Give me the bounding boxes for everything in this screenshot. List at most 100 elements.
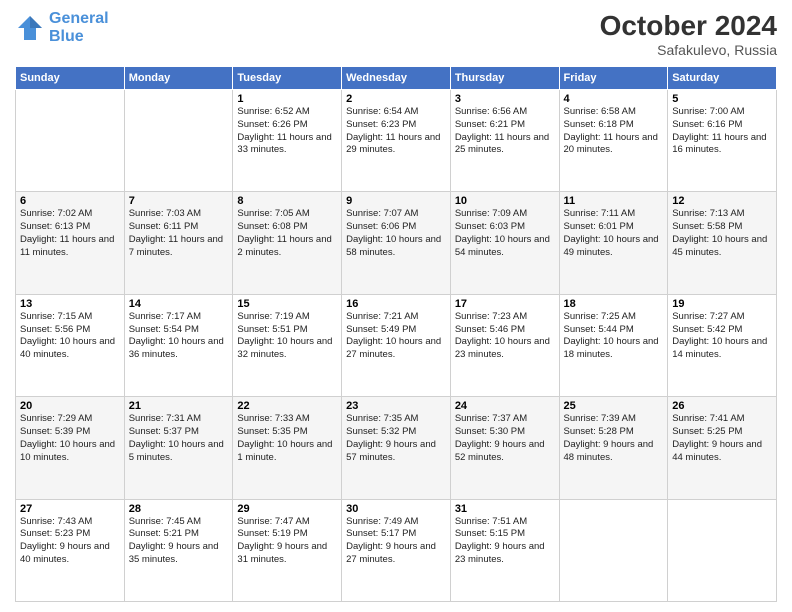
day-info: Sunrise: 7:13 AMSunset: 5:58 PMDaylight:… (672, 208, 772, 259)
day-info: Sunrise: 7:33 AMSunset: 5:35 PMDaylight:… (237, 413, 337, 464)
table-cell: 8Sunrise: 7:05 AMSunset: 6:08 PMDaylight… (233, 192, 342, 294)
day-info: Sunrise: 6:58 AMSunset: 6:18 PMDaylight:… (564, 106, 664, 157)
col-wednesday: Wednesday (342, 67, 451, 90)
day-info: Sunrise: 7:49 AMSunset: 5:17 PMDaylight:… (346, 516, 446, 567)
table-cell: 20Sunrise: 7:29 AMSunset: 5:39 PMDayligh… (16, 397, 125, 499)
day-info: Sunrise: 7:09 AMSunset: 6:03 PMDaylight:… (455, 208, 555, 259)
logo-general: General (49, 10, 109, 27)
calendar-week-row: 20Sunrise: 7:29 AMSunset: 5:39 PMDayligh… (16, 397, 777, 499)
table-cell: 17Sunrise: 7:23 AMSunset: 5:46 PMDayligh… (450, 294, 559, 396)
table-cell: 11Sunrise: 7:11 AMSunset: 6:01 PMDayligh… (559, 192, 668, 294)
day-info: Sunrise: 7:17 AMSunset: 5:54 PMDaylight:… (129, 311, 229, 362)
table-cell: 21Sunrise: 7:31 AMSunset: 5:37 PMDayligh… (124, 397, 233, 499)
table-cell: 13Sunrise: 7:15 AMSunset: 5:56 PMDayligh… (16, 294, 125, 396)
table-cell: 15Sunrise: 7:19 AMSunset: 5:51 PMDayligh… (233, 294, 342, 396)
table-cell (124, 90, 233, 192)
day-number: 14 (129, 298, 229, 310)
day-number: 26 (672, 400, 772, 412)
table-cell: 4Sunrise: 6:58 AMSunset: 6:18 PMDaylight… (559, 90, 668, 192)
col-monday: Monday (124, 67, 233, 90)
col-tuesday: Tuesday (233, 67, 342, 90)
table-cell: 14Sunrise: 7:17 AMSunset: 5:54 PMDayligh… (124, 294, 233, 396)
logo-text: General Blue (49, 10, 109, 45)
table-cell: 31Sunrise: 7:51 AMSunset: 5:15 PMDayligh… (450, 499, 559, 601)
day-number: 16 (346, 298, 446, 310)
table-cell (559, 499, 668, 601)
day-info: Sunrise: 7:19 AMSunset: 5:51 PMDaylight:… (237, 311, 337, 362)
day-info: Sunrise: 7:45 AMSunset: 5:21 PMDaylight:… (129, 516, 229, 567)
day-number: 30 (346, 503, 446, 515)
col-saturday: Saturday (668, 67, 777, 90)
day-info: Sunrise: 7:47 AMSunset: 5:19 PMDaylight:… (237, 516, 337, 567)
table-cell: 7Sunrise: 7:03 AMSunset: 6:11 PMDaylight… (124, 192, 233, 294)
logo: General Blue (15, 10, 109, 45)
day-info: Sunrise: 7:37 AMSunset: 5:30 PMDaylight:… (455, 413, 555, 464)
table-cell: 22Sunrise: 7:33 AMSunset: 5:35 PMDayligh… (233, 397, 342, 499)
table-cell: 6Sunrise: 7:02 AMSunset: 6:13 PMDaylight… (16, 192, 125, 294)
day-number: 24 (455, 400, 555, 412)
table-cell: 5Sunrise: 7:00 AMSunset: 6:16 PMDaylight… (668, 90, 777, 192)
day-info: Sunrise: 7:21 AMSunset: 5:49 PMDaylight:… (346, 311, 446, 362)
table-cell: 25Sunrise: 7:39 AMSunset: 5:28 PMDayligh… (559, 397, 668, 499)
day-number: 3 (455, 93, 555, 105)
day-number: 20 (20, 400, 120, 412)
day-info: Sunrise: 7:05 AMSunset: 6:08 PMDaylight:… (237, 208, 337, 259)
header: General Blue October 2024 Safakulevo, Ru… (15, 10, 777, 58)
weekday-header-row: Sunday Monday Tuesday Wednesday Thursday… (16, 67, 777, 90)
day-info: Sunrise: 6:54 AMSunset: 6:23 PMDaylight:… (346, 106, 446, 157)
day-number: 18 (564, 298, 664, 310)
col-friday: Friday (559, 67, 668, 90)
table-cell: 30Sunrise: 7:49 AMSunset: 5:17 PMDayligh… (342, 499, 451, 601)
day-number: 2 (346, 93, 446, 105)
day-info: Sunrise: 7:23 AMSunset: 5:46 PMDaylight:… (455, 311, 555, 362)
day-number: 11 (564, 195, 664, 207)
table-cell (668, 499, 777, 601)
logo-icon (15, 13, 45, 43)
table-cell: 29Sunrise: 7:47 AMSunset: 5:19 PMDayligh… (233, 499, 342, 601)
table-cell: 23Sunrise: 7:35 AMSunset: 5:32 PMDayligh… (342, 397, 451, 499)
calendar-week-row: 1Sunrise: 6:52 AMSunset: 6:26 PMDaylight… (16, 90, 777, 192)
month-title: October 2024 (600, 10, 777, 42)
day-number: 21 (129, 400, 229, 412)
day-info: Sunrise: 7:29 AMSunset: 5:39 PMDaylight:… (20, 413, 120, 464)
day-info: Sunrise: 7:15 AMSunset: 5:56 PMDaylight:… (20, 311, 120, 362)
day-number: 4 (564, 93, 664, 105)
calendar-week-row: 6Sunrise: 7:02 AMSunset: 6:13 PMDaylight… (16, 192, 777, 294)
day-info: Sunrise: 7:02 AMSunset: 6:13 PMDaylight:… (20, 208, 120, 259)
day-number: 15 (237, 298, 337, 310)
day-info: Sunrise: 7:51 AMSunset: 5:15 PMDaylight:… (455, 516, 555, 567)
day-info: Sunrise: 7:35 AMSunset: 5:32 PMDaylight:… (346, 413, 446, 464)
day-number: 12 (672, 195, 772, 207)
day-info: Sunrise: 7:31 AMSunset: 5:37 PMDaylight:… (129, 413, 229, 464)
table-cell: 28Sunrise: 7:45 AMSunset: 5:21 PMDayligh… (124, 499, 233, 601)
table-cell: 2Sunrise: 6:54 AMSunset: 6:23 PMDaylight… (342, 90, 451, 192)
calendar-week-row: 13Sunrise: 7:15 AMSunset: 5:56 PMDayligh… (16, 294, 777, 396)
day-info: Sunrise: 6:56 AMSunset: 6:21 PMDaylight:… (455, 106, 555, 157)
day-number: 17 (455, 298, 555, 310)
table-cell: 27Sunrise: 7:43 AMSunset: 5:23 PMDayligh… (16, 499, 125, 601)
day-number: 19 (672, 298, 772, 310)
table-cell: 9Sunrise: 7:07 AMSunset: 6:06 PMDaylight… (342, 192, 451, 294)
day-number: 6 (20, 195, 120, 207)
table-cell (16, 90, 125, 192)
day-info: Sunrise: 7:25 AMSunset: 5:44 PMDaylight:… (564, 311, 664, 362)
day-number: 22 (237, 400, 337, 412)
day-number: 31 (455, 503, 555, 515)
day-info: Sunrise: 7:00 AMSunset: 6:16 PMDaylight:… (672, 106, 772, 157)
day-number: 8 (237, 195, 337, 207)
logo-blue: Blue (49, 28, 84, 45)
day-number: 27 (20, 503, 120, 515)
table-cell: 10Sunrise: 7:09 AMSunset: 6:03 PMDayligh… (450, 192, 559, 294)
day-number: 13 (20, 298, 120, 310)
table-cell: 18Sunrise: 7:25 AMSunset: 5:44 PMDayligh… (559, 294, 668, 396)
day-number: 9 (346, 195, 446, 207)
day-number: 7 (129, 195, 229, 207)
col-thursday: Thursday (450, 67, 559, 90)
day-info: Sunrise: 7:07 AMSunset: 6:06 PMDaylight:… (346, 208, 446, 259)
day-number: 28 (129, 503, 229, 515)
table-cell: 24Sunrise: 7:37 AMSunset: 5:30 PMDayligh… (450, 397, 559, 499)
day-info: Sunrise: 7:11 AMSunset: 6:01 PMDaylight:… (564, 208, 664, 259)
table-cell: 19Sunrise: 7:27 AMSunset: 5:42 PMDayligh… (668, 294, 777, 396)
day-info: Sunrise: 6:52 AMSunset: 6:26 PMDaylight:… (237, 106, 337, 157)
table-cell: 26Sunrise: 7:41 AMSunset: 5:25 PMDayligh… (668, 397, 777, 499)
